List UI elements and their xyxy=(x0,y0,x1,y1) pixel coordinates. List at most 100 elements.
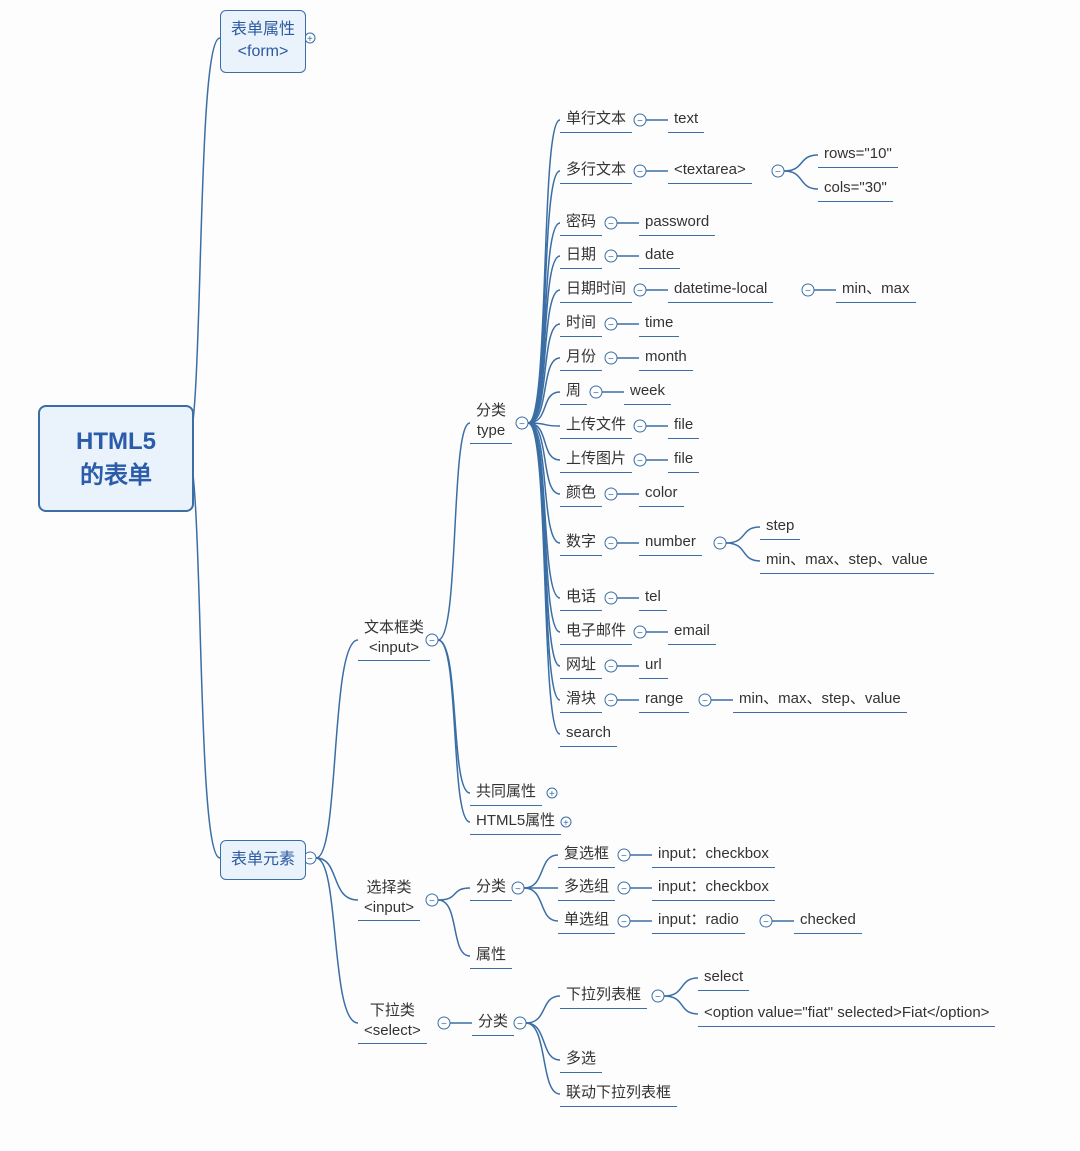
node-datetime-label[interactable]: 日期时间 xyxy=(560,277,632,303)
node-choice-type[interactable]: 分类 xyxy=(470,875,512,901)
svg-text:−: − xyxy=(621,917,627,928)
node-email-label[interactable]: 电子邮件 xyxy=(560,619,632,645)
node-date-label[interactable]: 日期 xyxy=(560,243,602,269)
svg-text:−: − xyxy=(519,419,525,430)
select-l1: 下拉类 xyxy=(370,1002,415,1019)
node-email-val[interactable]: email xyxy=(668,619,716,645)
node-dropdown-option[interactable]: <option value="fiat" selected>Fiat</opti… xyxy=(698,1001,995,1027)
root-node[interactable]: HTML5 的表单 xyxy=(38,405,194,512)
node-form-attr[interactable]: 表单属性 <form> xyxy=(220,10,306,73)
node-multi-label[interactable]: 多选组 xyxy=(558,875,615,901)
node-file-val[interactable]: file xyxy=(668,413,699,439)
node-date-val[interactable]: date xyxy=(639,243,680,269)
node-textarea-cols[interactable]: cols="30" xyxy=(818,176,893,202)
svg-text:−: − xyxy=(717,539,723,550)
node-select[interactable]: 下拉类 <select> xyxy=(358,999,427,1044)
node-month-label[interactable]: 月份 xyxy=(560,345,602,371)
node-password-label[interactable]: 密码 xyxy=(560,210,602,236)
node-range-val[interactable]: range xyxy=(639,687,689,713)
svg-text:−: − xyxy=(608,354,614,365)
node-password-val[interactable]: password xyxy=(639,210,715,236)
node-color-label[interactable]: 颜色 xyxy=(560,481,602,507)
svg-text:−: − xyxy=(608,662,614,673)
svg-text:+: + xyxy=(549,789,555,800)
choice-l1: 选择类 xyxy=(367,879,412,896)
svg-text:−: − xyxy=(593,388,599,399)
node-url-label[interactable]: 网址 xyxy=(560,653,602,679)
svg-text:−: − xyxy=(608,219,614,230)
node-color-val[interactable]: color xyxy=(639,481,684,507)
svg-text:−: − xyxy=(307,854,313,865)
node-radio-checked[interactable]: checked xyxy=(794,908,862,934)
node-multi-select[interactable]: 多选 xyxy=(560,1047,602,1073)
node-time-label[interactable]: 时间 xyxy=(560,311,602,337)
node-html5-attr[interactable]: HTML5属性 xyxy=(470,809,561,835)
node-textarea-val[interactable]: <textarea> xyxy=(668,158,752,184)
node-text-val[interactable]: text xyxy=(668,107,704,133)
node-number-val[interactable]: number xyxy=(639,530,702,556)
node-tel-label[interactable]: 电话 xyxy=(560,585,602,611)
node-textarea-label[interactable]: 多行文本 xyxy=(560,158,632,184)
node-number-step[interactable]: step xyxy=(760,514,800,540)
svg-text:−: − xyxy=(608,696,614,707)
node-image-label[interactable]: 上传图片 xyxy=(560,447,632,473)
node-common-attr[interactable]: 共同属性 xyxy=(470,780,542,806)
node-choice-attr[interactable]: 属性 xyxy=(470,943,512,969)
svg-text:−: − xyxy=(637,456,643,467)
form-attr-l1: 表单属性 xyxy=(231,21,295,38)
textbox-l2: <input> xyxy=(369,639,419,656)
node-type[interactable]: 分类 type xyxy=(470,399,512,444)
svg-text:−: − xyxy=(515,884,521,895)
svg-text:−: − xyxy=(608,252,614,263)
svg-text:−: − xyxy=(655,992,661,1003)
type-l2: type xyxy=(477,422,505,439)
node-checkbox-val[interactable]: input：checkbox xyxy=(652,842,775,868)
svg-text:−: − xyxy=(702,696,708,707)
svg-text:+: + xyxy=(563,818,569,829)
node-choice-input[interactable]: 选择类 <input> xyxy=(358,876,420,921)
svg-text:−: − xyxy=(441,1019,447,1030)
node-week-val[interactable]: week xyxy=(624,379,671,405)
node-datetime-minmax[interactable]: min、max xyxy=(836,277,916,303)
node-select-type[interactable]: 分类 xyxy=(472,1010,514,1036)
root-line1: HTML5 xyxy=(76,428,156,455)
select-l2: <select> xyxy=(364,1022,421,1039)
svg-text:−: − xyxy=(775,167,781,178)
node-text-label[interactable]: 单行文本 xyxy=(560,107,632,133)
node-radio-val[interactable]: input：radio xyxy=(652,908,745,934)
node-image-val[interactable]: file xyxy=(668,447,699,473)
form-attr-l2: <form> xyxy=(238,43,289,60)
svg-text:−: − xyxy=(608,320,614,331)
mindmap-canvas: + − − − − − − − − − − − − − − − − xyxy=(0,0,1080,1151)
svg-text:−: − xyxy=(429,896,435,907)
svg-text:−: − xyxy=(517,1019,523,1030)
node-range-label[interactable]: 滑块 xyxy=(560,687,602,713)
node-textarea-rows[interactable]: rows="10" xyxy=(818,142,898,168)
svg-text:−: − xyxy=(621,851,627,862)
node-week-label[interactable]: 周 xyxy=(560,379,587,405)
form-elem-label: 表单元素 xyxy=(231,851,295,868)
node-checkbox-label[interactable]: 复选框 xyxy=(558,842,615,868)
svg-text:−: − xyxy=(805,286,811,297)
node-form-elements[interactable]: 表单元素 xyxy=(220,840,306,880)
node-dropdown-label[interactable]: 下拉列表框 xyxy=(560,983,647,1009)
svg-text:−: − xyxy=(608,539,614,550)
node-number-minmax[interactable]: min、max、step、value xyxy=(760,548,934,574)
node-dropdown-select[interactable]: select xyxy=(698,965,749,991)
node-range-minmax[interactable]: min、max、step、value xyxy=(733,687,907,713)
node-time-val[interactable]: time xyxy=(639,311,679,337)
node-multi-val[interactable]: input：checkbox xyxy=(652,875,775,901)
node-datetime-val[interactable]: datetime-local xyxy=(668,277,773,303)
node-url-val[interactable]: url xyxy=(639,653,668,679)
node-month-val[interactable]: month xyxy=(639,345,693,371)
node-file-label[interactable]: 上传文件 xyxy=(560,413,632,439)
node-textbox-input[interactable]: 文本框类 <input> xyxy=(358,616,430,661)
node-search[interactable]: search xyxy=(560,721,617,747)
textbox-l1: 文本框类 xyxy=(364,619,424,636)
svg-text:−: − xyxy=(763,917,769,928)
node-number-label[interactable]: 数字 xyxy=(560,530,602,556)
choice-l2: <input> xyxy=(364,899,414,916)
node-radio-label[interactable]: 单选组 xyxy=(558,908,615,934)
node-tel-val[interactable]: tel xyxy=(639,585,667,611)
node-linked-select[interactable]: 联动下拉列表框 xyxy=(560,1081,677,1107)
